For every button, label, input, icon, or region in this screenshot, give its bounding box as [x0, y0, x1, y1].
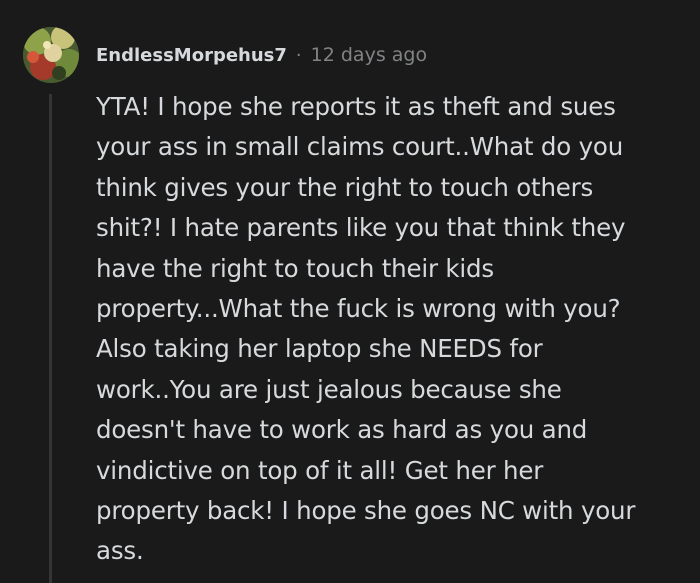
separator-dot: ·: [295, 44, 302, 66]
thread-line[interactable]: [49, 94, 52, 583]
comment-body: YTA! I hope she reports it as theft and …: [96, 92, 636, 566]
comment: EndlessMorpehus7 · 12 days ago YTA! I ho…: [0, 0, 700, 583]
timestamp[interactable]: 12 days ago: [311, 44, 427, 66]
username-link[interactable]: EndlessMorpehus7: [96, 45, 287, 66]
user-avatar-icon[interactable]: [23, 27, 79, 83]
comment-header: EndlessMorpehus7 · 12 days ago: [96, 40, 427, 70]
